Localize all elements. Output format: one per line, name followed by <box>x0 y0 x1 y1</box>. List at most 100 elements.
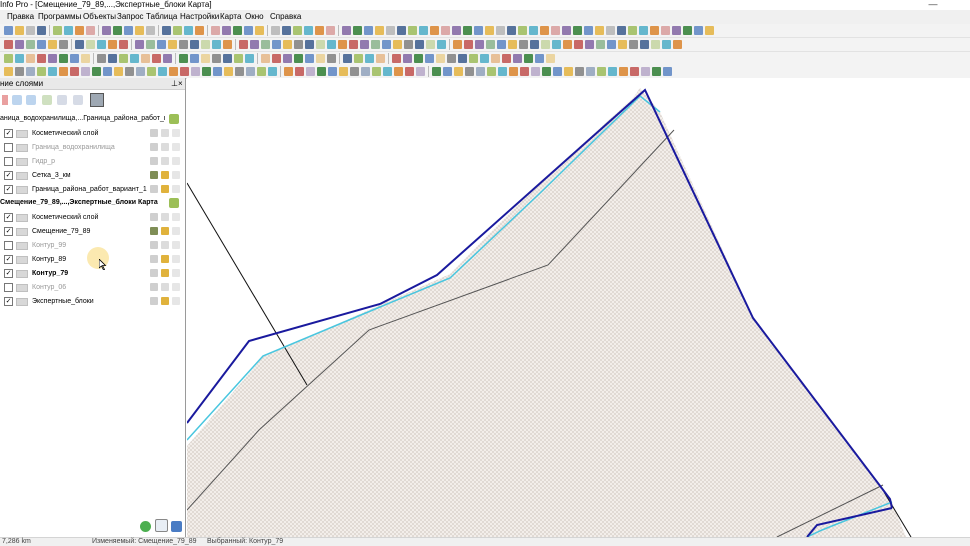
toolbar-tool-icon[interactable] <box>257 67 266 76</box>
toolbar-tool-icon[interactable] <box>519 40 528 49</box>
toolbar-tool-icon[interactable] <box>663 67 672 76</box>
toolbar-tool-icon[interactable] <box>350 67 359 76</box>
toolbar-tool-icon[interactable] <box>371 40 380 49</box>
toolbar-tool-icon[interactable] <box>271 26 280 35</box>
layer-row[interactable]: Гидр_р <box>0 155 183 168</box>
toolbar-tool-icon[interactable] <box>103 67 112 76</box>
toolbar-tool-icon[interactable] <box>261 40 270 49</box>
toolbar-tool-icon[interactable] <box>53 26 62 35</box>
editable-toggle-icon[interactable] <box>150 227 158 235</box>
toolbar-tool-icon[interactable] <box>316 54 325 63</box>
toolbar-tool-icon[interactable] <box>268 67 277 76</box>
toolbar-tool-icon[interactable] <box>293 26 302 35</box>
toolbar-tool-icon[interactable] <box>114 67 123 76</box>
toolbar-tool-icon[interactable] <box>650 26 659 35</box>
toolbar-tool-icon[interactable] <box>135 26 144 35</box>
toolbar-tool-icon[interactable] <box>272 40 281 49</box>
toolbar-tool-icon[interactable] <box>223 54 232 63</box>
editable-toggle-icon[interactable] <box>150 171 158 179</box>
toolbar-tool-icon[interactable] <box>15 40 24 49</box>
toolbar-tool-icon[interactable] <box>284 67 293 76</box>
toolbar-tool-icon[interactable] <box>430 26 439 35</box>
toolbar-tool-icon[interactable] <box>403 54 412 63</box>
layer-visibility-checkbox[interactable]: ✓ <box>4 255 13 264</box>
editable-toggle-icon[interactable] <box>150 255 158 263</box>
toolbar-tool-icon[interactable] <box>564 67 573 76</box>
toolbar-tool-icon[interactable] <box>586 67 595 76</box>
toolbar-tool-icon[interactable] <box>190 40 199 49</box>
label-toggle-icon[interactable] <box>172 255 180 263</box>
toolbar-tool-icon[interactable] <box>475 40 484 49</box>
toolbar-tool-icon[interactable] <box>202 67 211 76</box>
add-layer-icon[interactable] <box>42 95 52 105</box>
toolbar-tool-icon[interactable] <box>37 67 46 76</box>
toolbar-tool-icon[interactable] <box>136 67 145 76</box>
toolbar-tool-icon[interactable] <box>452 26 461 35</box>
toolbar-tool-icon[interactable] <box>513 54 522 63</box>
label-toggle-icon[interactable] <box>172 269 180 277</box>
toolbar-tool-icon[interactable] <box>372 67 381 76</box>
toolbar-tool-icon[interactable] <box>354 54 363 63</box>
toolbar-tool-icon[interactable] <box>376 54 385 63</box>
toolbar-tool-icon[interactable] <box>553 67 562 76</box>
toolbar-tool-icon[interactable] <box>294 40 303 49</box>
toolbar-tool-icon[interactable] <box>437 40 446 49</box>
layer-visibility-checkbox[interactable]: ✓ <box>4 129 13 138</box>
toolbar-tool-icon[interactable] <box>191 67 200 76</box>
layer-row[interactable]: ✓ Косметический слой <box>0 211 183 224</box>
toolbar-tool-icon[interactable] <box>86 40 95 49</box>
toolbar-tool-icon[interactable] <box>37 40 46 49</box>
toolbar-tool-icon[interactable] <box>4 54 13 63</box>
menu-help[interactable]: Справка <box>270 10 301 24</box>
toolbar-tool-icon[interactable] <box>250 40 259 49</box>
label-toggle-icon[interactable] <box>172 185 180 193</box>
layer-visibility-checkbox[interactable]: ✓ <box>4 297 13 306</box>
toolbar-tool-icon[interactable] <box>261 54 270 63</box>
toolbar-tool-icon[interactable] <box>212 54 221 63</box>
menu-programs[interactable]: Программы <box>38 10 81 24</box>
toolbar-tool-icon[interactable] <box>184 26 193 35</box>
toolbar-tool-icon[interactable] <box>15 67 24 76</box>
toolbar-tool-icon[interactable] <box>496 26 505 35</box>
toolbar-tool-icon[interactable] <box>213 67 222 76</box>
toolbar-tool-icon[interactable] <box>364 26 373 35</box>
refresh-icon[interactable] <box>140 521 151 532</box>
toolbar-tool-icon[interactable] <box>617 26 626 35</box>
selectable-toggle-icon[interactable] <box>161 255 169 263</box>
layer-row[interactable]: ✓ Смещение_79_89 <box>0 225 183 238</box>
toolbar-tool-icon[interactable] <box>397 26 406 35</box>
pin-icon[interactable]: ⊥ <box>171 78 178 89</box>
toolbar-tool-icon[interactable] <box>509 67 518 76</box>
toolbar-tool-icon[interactable] <box>640 40 649 49</box>
toolbar-tool-icon[interactable] <box>469 54 478 63</box>
toolbar-tool-icon[interactable] <box>342 26 351 35</box>
layer-settings-icon[interactable] <box>90 93 104 107</box>
toolbar-tool-icon[interactable] <box>234 54 243 63</box>
toolbar-tool-icon[interactable] <box>520 67 529 76</box>
toolbar-tool-icon[interactable] <box>306 67 315 76</box>
toolbar-tool-icon[interactable] <box>282 26 291 35</box>
layer-visibility-checkbox[interactable]: ✓ <box>4 227 13 236</box>
toolbar-tool-icon[interactable] <box>244 26 253 35</box>
toolbar-tool-icon[interactable] <box>415 40 424 49</box>
toolbar-tool-icon[interactable] <box>394 67 403 76</box>
toolbar-tool-icon[interactable] <box>119 54 128 63</box>
toolbar-tool-icon[interactable] <box>272 54 281 63</box>
toolbar-tool-icon[interactable] <box>283 54 292 63</box>
toolbar-tool-icon[interactable] <box>542 67 551 76</box>
editable-toggle-icon[interactable] <box>150 157 158 165</box>
toolbar-tool-icon[interactable] <box>447 54 456 63</box>
toolbar-tool-icon[interactable] <box>651 40 660 49</box>
toolbar-tool-icon[interactable] <box>502 54 511 63</box>
layer-visibility-checkbox[interactable]: ✓ <box>4 171 13 180</box>
toolbar-tool-icon[interactable] <box>426 40 435 49</box>
toolbar-tool-icon[interactable] <box>86 26 95 35</box>
toolbar-tool-icon[interactable] <box>97 54 106 63</box>
layer-row[interactable]: ✓ Косметический слой <box>0 127 183 140</box>
map-window[interactable] <box>187 78 970 537</box>
toolbar-tool-icon[interactable] <box>48 40 57 49</box>
toolbar-tool-icon[interactable] <box>70 54 79 63</box>
toolbar-tool-icon[interactable] <box>37 26 46 35</box>
label-toggle-icon[interactable] <box>172 297 180 305</box>
toolbar-tool-icon[interactable] <box>255 26 264 35</box>
